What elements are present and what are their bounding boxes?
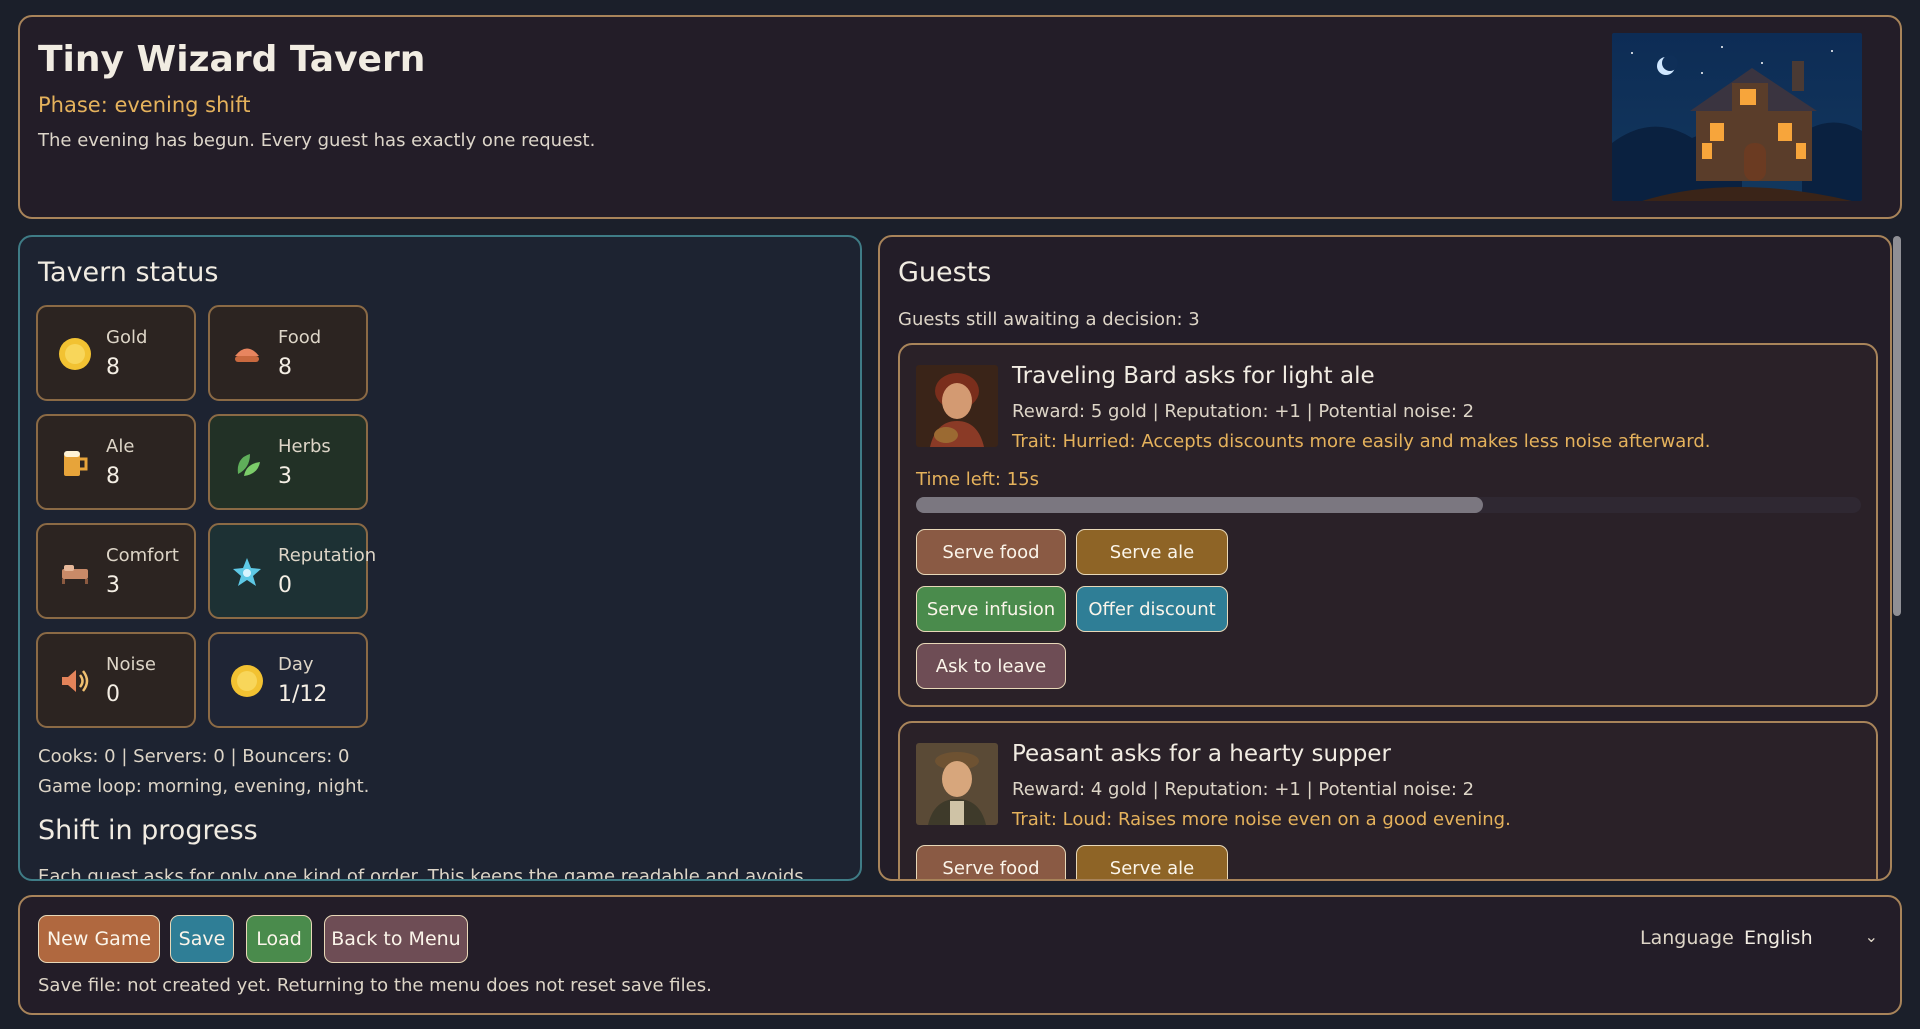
serve-food-button[interactable]: Serve food bbox=[916, 845, 1066, 879]
guest-time-left: Time left: 15s bbox=[916, 469, 1039, 490]
shift-text: Each guest asks for only one kind of ord… bbox=[38, 866, 804, 881]
peasant-portrait bbox=[916, 743, 998, 825]
new-game-button[interactable]: New Game bbox=[38, 915, 160, 963]
stat-label: Herbs bbox=[278, 436, 331, 457]
guest-card: Peasant asks for a hearty supper Reward:… bbox=[898, 721, 1878, 879]
game-loop-text: Game loop: morning, evening, night. bbox=[38, 776, 370, 797]
stat-value: 1/12 bbox=[278, 682, 328, 707]
stat-value: 3 bbox=[106, 573, 120, 598]
stat-herbs: Herbs 3 bbox=[208, 414, 368, 510]
bard-portrait bbox=[916, 365, 998, 447]
guests-awaiting-count: Guests still awaiting a decision: 3 bbox=[898, 309, 1200, 330]
guest-trait: Trait: Loud: Raises more noise even on a… bbox=[1012, 809, 1511, 830]
stat-label: Comfort bbox=[106, 545, 179, 566]
language-select[interactable]: English ⌄ bbox=[1744, 921, 1884, 957]
stat-value: 8 bbox=[278, 355, 292, 380]
tavern-night-illustration bbox=[1612, 33, 1862, 201]
phase-description: The evening has begun. Every guest has e… bbox=[38, 130, 596, 151]
guests-heading: Guests bbox=[898, 257, 992, 288]
guest-reward-info: Reward: 5 gold | Reputation: +1 | Potent… bbox=[1012, 401, 1475, 422]
guest-trait: Trait: Hurried: Accepts discounts more e… bbox=[1012, 431, 1711, 452]
language-value: English bbox=[1744, 927, 1813, 949]
save-file-note: Save file: not created yet. Returning to… bbox=[38, 975, 712, 996]
ask-to-leave-button[interactable]: Ask to leave bbox=[916, 643, 1066, 689]
guests-scrollbar[interactable] bbox=[1893, 236, 1903, 880]
scrollbar-thumb[interactable] bbox=[1893, 236, 1901, 616]
stat-value: 0 bbox=[106, 682, 120, 707]
offer-discount-button[interactable]: Offer discount bbox=[1076, 586, 1228, 632]
save-button[interactable]: Save bbox=[170, 915, 234, 963]
bed-icon bbox=[62, 565, 88, 584]
serve-food-button[interactable]: Serve food bbox=[916, 529, 1066, 575]
stat-noise: Noise 0 bbox=[36, 632, 196, 728]
stat-label: Gold bbox=[106, 327, 148, 348]
guest-request-title: Traveling Bard asks for light ale bbox=[1012, 363, 1375, 389]
load-button[interactable]: Load bbox=[246, 915, 312, 963]
stat-value: 3 bbox=[278, 464, 292, 489]
stat-label: Food bbox=[278, 327, 322, 348]
language-label: Language bbox=[1640, 927, 1734, 949]
stat-value: 8 bbox=[106, 464, 120, 489]
stat-reputation: Reputation 0 bbox=[208, 523, 376, 619]
sun-icon bbox=[231, 665, 263, 697]
serve-infusion-button[interactable]: Serve infusion bbox=[916, 586, 1066, 632]
stat-day: Day 1/12 bbox=[208, 632, 368, 728]
stat-label: Reputation bbox=[278, 545, 377, 566]
footer-panel: New Game Save Load Back to Menu Save fil… bbox=[18, 895, 1902, 1015]
chevron-down-icon: ⌄ bbox=[1864, 927, 1878, 946]
stat-label: Noise bbox=[106, 654, 156, 675]
gold-coin-icon bbox=[59, 338, 91, 370]
time-left-bar bbox=[916, 497, 1861, 513]
stat-ale: Ale 8 bbox=[36, 414, 196, 510]
stat-value: 8 bbox=[106, 355, 120, 380]
stat-label: Day bbox=[278, 654, 314, 675]
tavern-status-panel: Tavern status Gold 8 Food 8 Ale 8 Herbs … bbox=[18, 235, 862, 881]
tavern-status-heading: Tavern status bbox=[38, 257, 219, 288]
back-to-menu-button[interactable]: Back to Menu bbox=[324, 915, 468, 963]
header-panel: Tiny Wizard Tavern Phase: evening shift … bbox=[18, 15, 1902, 219]
stat-comfort: Comfort 3 bbox=[36, 523, 196, 619]
staff-counts: Cooks: 0 | Servers: 0 | Bouncers: 0 bbox=[38, 746, 350, 767]
guests-panel: Guests Guests still awaiting a decision:… bbox=[878, 235, 1892, 881]
stat-food: Food 8 bbox=[208, 305, 368, 401]
star-icon bbox=[233, 558, 261, 586]
speaker-icon bbox=[62, 670, 89, 692]
game-title: Tiny Wizard Tavern bbox=[38, 39, 426, 80]
ale-mug-icon bbox=[64, 451, 88, 476]
time-left-fill bbox=[916, 497, 1483, 513]
stat-gold: Gold 8 bbox=[36, 305, 196, 401]
phase-text: Phase: evening shift bbox=[38, 93, 251, 117]
food-bun-icon bbox=[235, 348, 259, 362]
herb-leaf-icon bbox=[237, 454, 260, 476]
serve-ale-button[interactable]: Serve ale bbox=[1076, 845, 1228, 879]
guest-card: Traveling Bard asks for light ale Reward… bbox=[898, 343, 1878, 707]
shift-heading: Shift in progress bbox=[38, 815, 258, 846]
guest-reward-info: Reward: 4 gold | Reputation: +1 | Potent… bbox=[1012, 779, 1475, 800]
guest-request-title: Peasant asks for a hearty supper bbox=[1012, 741, 1391, 767]
stat-label: Ale bbox=[106, 436, 135, 457]
stat-value: 0 bbox=[278, 573, 292, 598]
serve-ale-button[interactable]: Serve ale bbox=[1076, 529, 1228, 575]
